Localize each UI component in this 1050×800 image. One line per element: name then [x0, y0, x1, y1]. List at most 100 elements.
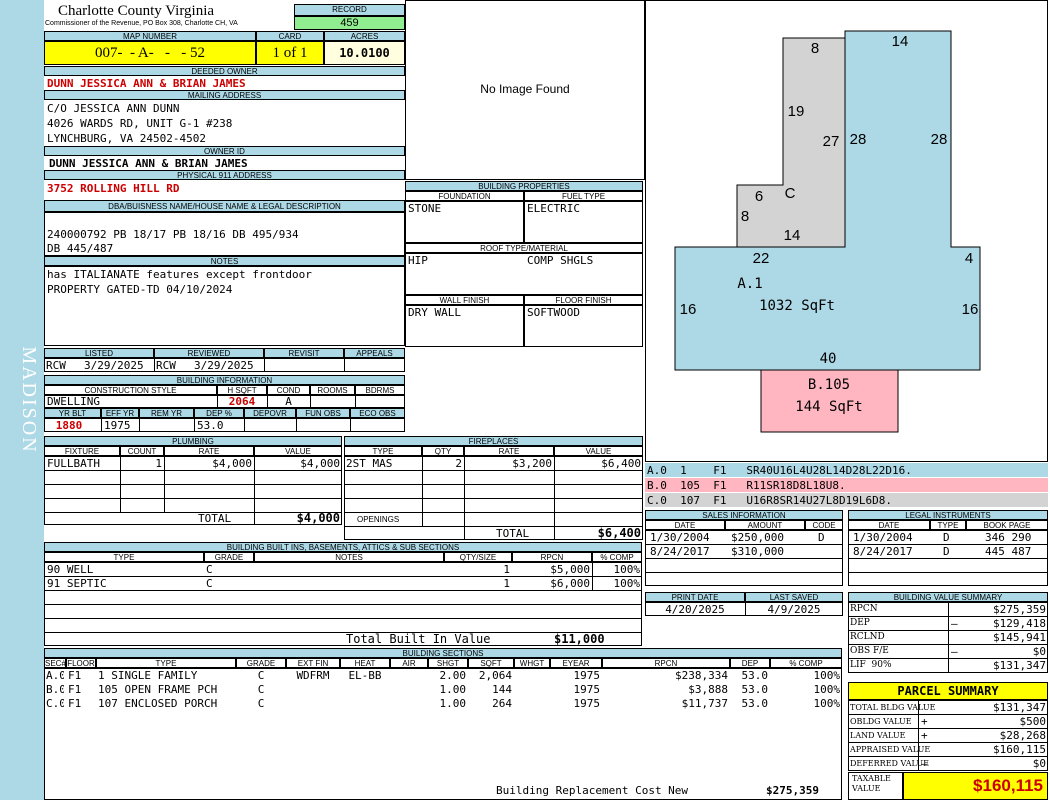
bdrms-label: BDRMS — [355, 385, 405, 395]
ps-value: $131,347 — [993, 701, 1046, 714]
foundation-label: FOUNDATION — [405, 191, 524, 201]
li1-date: 1/30/2004 — [853, 531, 913, 544]
section-cell: 53.0 — [741, 669, 769, 682]
dep-label: DEP % — [194, 408, 244, 418]
openings-label: OPENINGS — [357, 515, 400, 524]
effyr-value: 1975 — [104, 419, 131, 432]
roof-type: HIP — [408, 254, 428, 267]
bvs-value: $0 — [1032, 645, 1046, 658]
section-cell: 144 — [492, 683, 512, 696]
acres-label: ACRES — [324, 31, 405, 41]
cond-label: COND — [267, 385, 310, 395]
reviewed-label: REVIEWED — [154, 348, 264, 358]
li1-book: 346 290 — [985, 531, 1032, 544]
section-cell: F1 — [68, 669, 82, 682]
sections-header-7: SHGT — [428, 658, 468, 668]
cond-value: A — [285, 395, 292, 408]
bvs-value: $275,359 — [993, 603, 1046, 616]
sale1-date: 1/30/2004 — [650, 531, 710, 544]
sketch-label: B.105 — [808, 377, 850, 393]
yrblt-value: 1880 — [55, 419, 83, 432]
hsqft-label: H SQFT — [217, 385, 267, 395]
style-value: DWELLING — [47, 395, 100, 408]
bi-row2-comp: 100% — [613, 577, 641, 590]
sections-header-13: % COMP — [770, 658, 842, 668]
section-cell: 1975 — [573, 683, 601, 696]
section-cell: F1 — [68, 683, 82, 696]
sketch-label: 28 — [931, 131, 948, 148]
legal-line-1: 240000792 PB 18/17 PB 18/16 DB 495/934 — [47, 228, 299, 241]
fire-total: $6,400 — [597, 527, 641, 540]
sections-header-0: SEC# — [44, 658, 66, 668]
commissioner-text: Commissioner of the Revenue, PO Box 308,… — [45, 20, 238, 27]
plumb-value: $4,000 — [300, 457, 340, 470]
li1-type: D — [943, 531, 950, 544]
section-cell: $3,888 — [688, 683, 728, 696]
notes-line-1: has ITALIANATE features except frontdoor — [47, 268, 312, 281]
notes-line-2: PROPERTY GATED-TD 04/10/2024 — [47, 283, 233, 296]
section-cell: EL-BB — [348, 669, 382, 682]
plumb-count: 1 — [155, 457, 162, 470]
ps-value: $0 — [1032, 757, 1046, 770]
notes-label: NOTES — [44, 256, 405, 266]
section-cell: 105 OPEN FRAME PCH — [98, 683, 218, 696]
sales-h-code: CODE — [805, 520, 843, 530]
sections-header-4: EXT FIN — [286, 658, 340, 668]
plumb-total: $4,000 — [296, 512, 340, 525]
li2-date: 8/24/2017 — [853, 545, 913, 558]
fuel-label: FUEL TYPE — [524, 191, 643, 201]
li-h-date: DATE — [848, 520, 930, 530]
deeded-owner-label: DEEDED OWNER — [44, 66, 405, 76]
taxable-value: $160,115 — [903, 772, 1048, 800]
roof-label: ROOF TYPE/MATERIAL — [405, 243, 643, 253]
section-cell: $238,334 — [675, 669, 728, 682]
sketch-label: 22 — [753, 250, 770, 267]
legal-label: DBA/BUISNESS NAME/HOUSE NAME & LEGAL DES… — [44, 200, 405, 212]
sections-header-11: RPCN — [602, 658, 730, 668]
rooms-label: ROOMS — [310, 385, 355, 395]
li2-type: D — [943, 545, 950, 558]
plumb-h-count: COUNT — [120, 446, 164, 456]
ps-label: OBLDG VALUE — [850, 717, 912, 726]
plumb-rate: $4,000 — [212, 457, 252, 470]
fire-h-value: VALUE — [554, 446, 643, 456]
wall-value: DRY WALL — [408, 306, 461, 319]
owner-id: DUNN JESSICA ANN & BRIAN JAMES — [49, 157, 248, 170]
section-cell: $11,737 — [681, 697, 728, 710]
record-label: RECORD — [294, 4, 405, 16]
mailing-label: MAILING ADDRESS — [44, 90, 405, 100]
section-cell: 107 ENCLOSED PORCH — [98, 697, 218, 710]
map-number: 007- - A- - - 52 — [44, 41, 256, 65]
county-title: Charlotte County Virginia — [58, 3, 215, 19]
fire-total-label: TOTAL — [496, 527, 530, 540]
foundation-value: STONE — [408, 202, 442, 215]
card-label: CARD — [256, 31, 324, 41]
mailing-line-3: LYNCHBURG, VA 24502-4502 — [47, 132, 206, 145]
sketch-label: 16 — [680, 301, 697, 318]
listed-date: 3/29/2025 — [84, 359, 144, 372]
wall-label: WALL FINISH — [405, 295, 524, 305]
bi-row2-qty: 1 — [503, 577, 510, 590]
traverse-line: B.0 105 F1 R11SR18D8L18U8. — [645, 478, 1048, 493]
section-cell: 2.00 — [439, 669, 467, 682]
sections-title: BUILDING SECTIONS — [44, 648, 842, 658]
building-info-title: BUILDING INFORMATION — [44, 375, 405, 385]
section-cell: 1.00 — [439, 683, 467, 696]
section-cell: F1 — [68, 697, 82, 710]
bi-h-comp: % COMP — [592, 552, 642, 562]
funobs-label: FUN OBS — [296, 408, 350, 418]
plumb-h-fixture: FIXTURE — [44, 446, 120, 456]
section-cell: 1975 — [573, 697, 601, 710]
sketch-label: 14 — [784, 227, 801, 244]
section-cell: 100% — [813, 697, 841, 710]
brcn-label: Building Replacement Cost New — [496, 784, 689, 797]
sale2-date: 8/24/2017 — [650, 545, 710, 558]
bi-row1-comp: 100% — [613, 563, 641, 576]
listed-label: LISTED — [44, 348, 154, 358]
roof-box — [405, 253, 643, 295]
taxable-label: TAXABLE VALUE — [852, 774, 891, 793]
sketch-label: 28 — [850, 131, 867, 148]
plumb-h-rate: RATE — [164, 446, 254, 456]
sketch-label: A.1 — [737, 276, 762, 292]
sketch-label: 1032 SqFt — [759, 298, 835, 314]
